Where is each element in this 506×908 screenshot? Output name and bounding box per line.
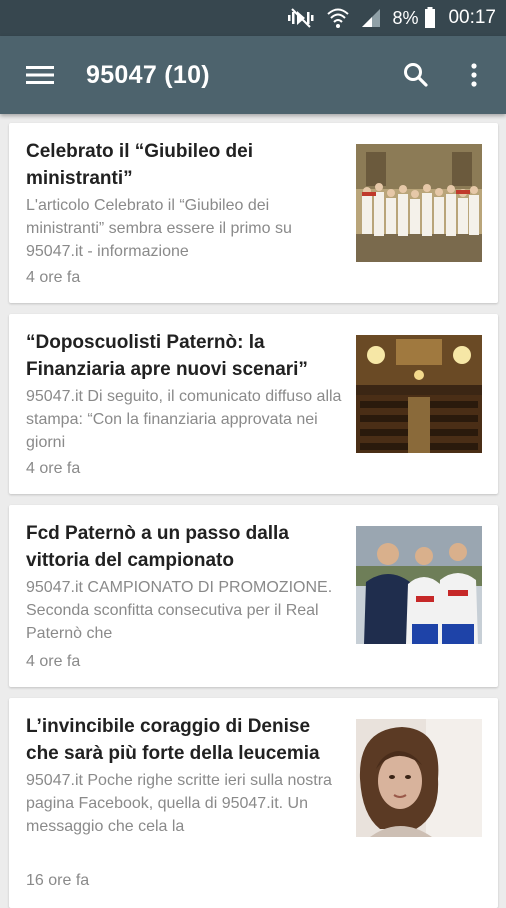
wifi-icon xyxy=(326,7,350,29)
article-snippet: 95047.it Poche righe scritte ieri sulla … xyxy=(26,772,332,835)
battery-icon xyxy=(424,7,436,29)
article-thumbnail xyxy=(356,719,482,837)
article-headline: L’invincibile coraggio di Denise che sar… xyxy=(26,716,320,764)
article-headline: Fcd Paternò a un passo dalla vittoria de… xyxy=(26,523,289,571)
search-icon[interactable] xyxy=(396,55,436,95)
signal-icon xyxy=(360,7,382,29)
battery-percent: 8% xyxy=(392,7,419,28)
article-card[interactable]: Fcd Paternò a un passo dalla vittoria de… xyxy=(9,505,498,687)
article-text: L’invincibile coraggio di Denise che sar… xyxy=(26,713,348,838)
app-bar: 95047 (10) xyxy=(0,36,506,114)
article-time: 16 ore fa xyxy=(26,872,90,889)
article-thumbnail xyxy=(356,144,482,262)
article-thumbnail xyxy=(356,335,482,453)
article-time: 4 ore fa xyxy=(26,653,81,670)
article-card[interactable]: “Doposcuolisti Paternò: la Finanziaria a… xyxy=(9,314,498,494)
clock: 00:17 xyxy=(448,7,496,28)
app-title: 95047 (10) xyxy=(86,60,210,89)
article-text: Fcd Paternò a un passo dalla vittoria de… xyxy=(26,520,348,645)
article-card[interactable]: L’invincibile coraggio di Denise che sar… xyxy=(9,698,498,908)
article-snippet: L'articolo Celebrato il “Giubileo dei mi… xyxy=(26,197,292,260)
article-text: Celebrato il “Giubileo dei ministranti” … xyxy=(26,138,348,263)
article-snippet: 95047.it Di seguito, il comunicato diffu… xyxy=(26,388,342,451)
article-thumbnail xyxy=(356,526,482,644)
article-headline: Celebrato il “Giubileo dei ministranti” xyxy=(26,141,253,189)
article-time: 4 ore fa xyxy=(26,269,81,286)
article-card[interactable]: Celebrato il “Giubileo dei ministranti” … xyxy=(9,123,498,303)
article-text: “Doposcuolisti Paternò: la Finanziaria a… xyxy=(26,329,348,454)
menu-icon[interactable] xyxy=(20,55,60,95)
article-headline: “Doposcuolisti Paternò: la Finanziaria a… xyxy=(26,332,308,380)
mute-icon xyxy=(286,7,316,29)
status-bar: 8% 00:17 xyxy=(0,0,506,36)
article-time: 4 ore fa xyxy=(26,460,81,477)
article-snippet: 95047.it CAMPIONATO DI PROMOZIONE. Secon… xyxy=(26,579,333,642)
more-vert-icon[interactable] xyxy=(454,55,494,95)
